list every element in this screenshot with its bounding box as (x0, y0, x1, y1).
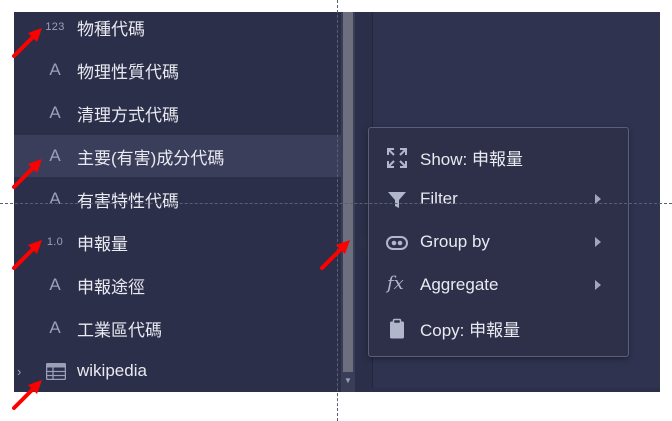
tree-row-field[interactable]: 1.0 申報量 (14, 221, 341, 263)
tree-row-field[interactable]: A 申報途徑 (14, 264, 341, 306)
red-arrow-icon (12, 380, 42, 410)
field-label: 物種代碼 (77, 19, 145, 39)
table-label: wikipedia (77, 361, 147, 380)
text-type-icon: A (49, 189, 61, 208)
menu-pointer (355, 232, 368, 252)
submenu-arrow-icon (595, 237, 601, 247)
tree-row-field[interactable]: A 工業區代碼 (14, 307, 341, 349)
menu-item-label: Copy: 申報量 (420, 320, 521, 340)
menu-item-show[interactable]: Show: 申報量 (369, 136, 628, 178)
text-type-icon: A (49, 103, 61, 122)
context-menu: Show: 申報量 Filter Group by fx Aggregate C… (368, 127, 629, 357)
red-arrow-icon (12, 240, 42, 270)
filter-icon (388, 192, 406, 208)
menu-item-copy[interactable]: Copy: 申報量 (369, 307, 628, 349)
menu-item-label: Filter (420, 189, 458, 208)
field-label: 清理方式代碼 (77, 105, 179, 125)
field-label: 有害特性代碼 (77, 191, 179, 211)
field-label: 物理性質代碼 (77, 62, 179, 82)
red-arrow-icon (12, 28, 42, 58)
table-icon (46, 363, 66, 380)
menu-item-aggregate[interactable]: fx Aggregate (369, 264, 628, 306)
tree-row-field[interactable]: A 清理方式代碼 (14, 92, 341, 134)
field-label: 工業區代碼 (77, 320, 162, 340)
text-type-icon: A (49, 318, 61, 337)
menu-item-label: Aggregate (420, 275, 499, 294)
field-label: 申報途徑 (77, 277, 145, 297)
submenu-arrow-icon (595, 280, 601, 290)
expand-icon (387, 148, 407, 168)
numeric-icon: 123 (45, 21, 65, 33)
menu-item-filter[interactable]: Filter (369, 178, 628, 220)
red-arrow-icon (12, 159, 42, 189)
scroll-down-icon[interactable]: ▼ (343, 375, 353, 387)
function-icon: fx (387, 273, 404, 294)
crosshair-vertical (337, 0, 338, 421)
field-label: 申報量 (77, 234, 128, 254)
decimal-icon: 1.0 (46, 236, 64, 248)
text-type-icon: A (49, 146, 61, 165)
tree-row-field[interactable]: A 物理性質代碼 (14, 49, 341, 91)
crosshair-horizontal (0, 203, 672, 204)
scrollbar-thumb[interactable] (343, 12, 353, 372)
menu-item-group-by[interactable]: Group by (369, 221, 628, 263)
field-tree: 123 物種代碼 A 物理性質代碼 A 清理方式代碼 A 主要(有害)成分代碼 … (14, 12, 341, 392)
chevron-right-icon[interactable]: › (17, 364, 21, 379)
tree-row-field-selected[interactable]: A 主要(有害)成分代碼 (14, 135, 341, 177)
clipboard-icon (390, 318, 404, 339)
tree-row-table[interactable]: › wikipedia (14, 350, 341, 392)
text-type-icon: A (49, 60, 61, 79)
group-icon (386, 236, 408, 250)
tree-row-field[interactable]: A 有害特性代碼 (14, 178, 341, 220)
field-label: 主要(有害)成分代碼 (77, 148, 225, 168)
menu-item-label: Show: 申報量 (420, 149, 523, 169)
text-type-icon: A (49, 275, 61, 294)
menu-item-label: Group by (420, 232, 490, 251)
red-arrow-icon (320, 240, 350, 270)
tree-row-field[interactable]: 123 物種代碼 (14, 12, 341, 48)
